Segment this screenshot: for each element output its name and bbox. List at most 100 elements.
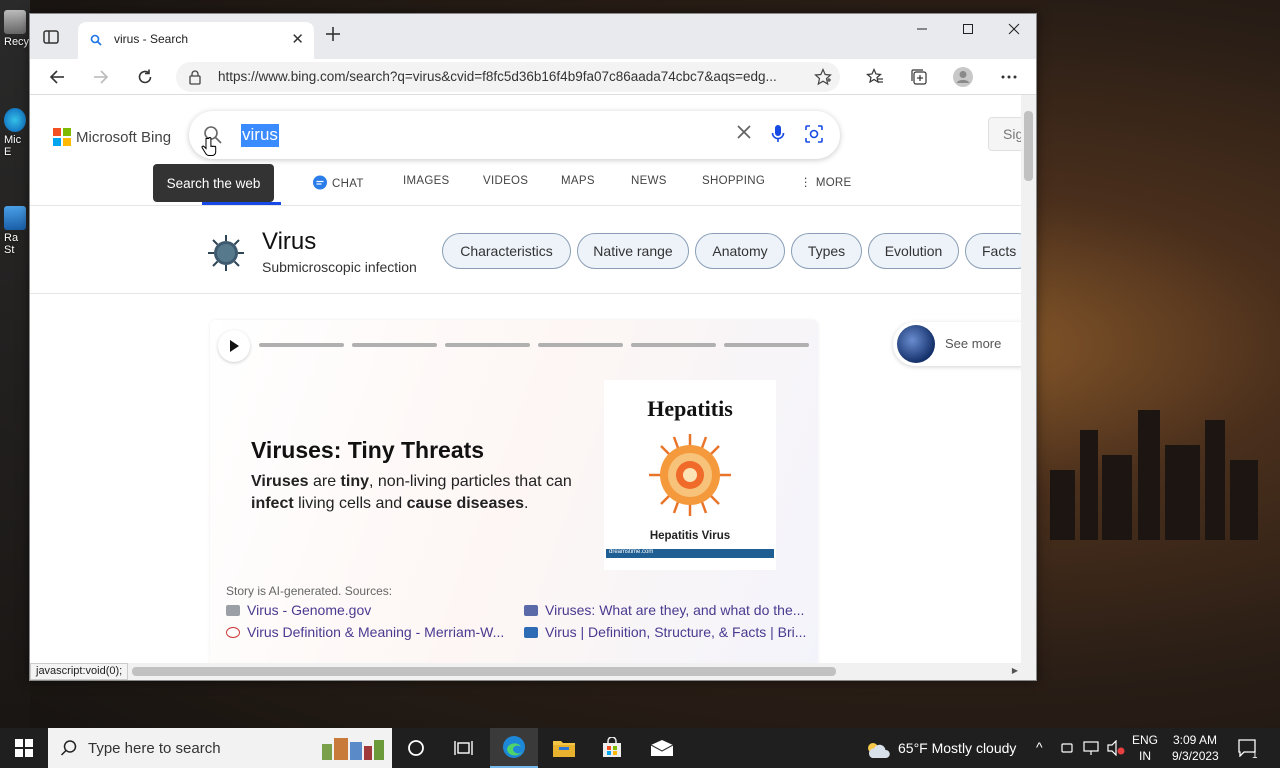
tab-shopping[interactable]: SHOPPING — [702, 175, 765, 187]
tab-images[interactable]: IMAGES — [403, 175, 450, 187]
clear-search-icon[interactable] — [736, 124, 752, 145]
settings-more-icon[interactable] — [998, 66, 1020, 88]
header-divider — [30, 205, 1022, 206]
horizontal-scroll-thumb[interactable] — [132, 667, 836, 676]
task-view-button[interactable] — [440, 728, 488, 768]
close-window-button[interactable] — [991, 14, 1036, 44]
app-shortcut-icon — [4, 206, 26, 230]
scroll-right-arrow-icon[interactable]: ▶ — [1012, 666, 1018, 675]
taskbar-store-button[interactable] — [588, 728, 636, 768]
story-progress-segment[interactable] — [631, 343, 716, 347]
entity-title[interactable]: Virus — [262, 228, 316, 256]
story-body-segment: infect — [251, 495, 294, 512]
see-more-button[interactable]: See more — [893, 322, 1022, 366]
volume-muted-icon[interactable] — [1107, 739, 1125, 761]
collections-icon[interactable] — [908, 66, 930, 88]
add-favorite-icon[interactable] — [814, 68, 832, 91]
favorites-icon[interactable] — [864, 66, 886, 88]
story-progress-segment[interactable] — [445, 343, 530, 347]
hepatitis-image-card[interactable]: Hepatitis Hepatitis Virus dreamstime.com — [604, 380, 776, 570]
microsoft-logo-icon — [53, 128, 71, 146]
story-progress-segment[interactable] — [352, 343, 437, 347]
source-link[interactable]: Virus Definition & Meaning - Merriam-W..… — [226, 624, 504, 640]
search-query-text[interactable]: virus — [241, 124, 279, 147]
story-body-segment: . — [524, 495, 529, 512]
show-hidden-icons-chevron-icon[interactable]: ^ — [1036, 739, 1043, 755]
taskbar-mail-button[interactable] — [638, 728, 686, 768]
refresh-button[interactable] — [131, 64, 159, 90]
pill-evolution[interactable]: Evolution — [868, 233, 959, 269]
source-link-text: Viruses: What are they, and what do the.… — [545, 602, 805, 618]
vertical-scroll-thumb[interactable] — [1024, 111, 1033, 181]
taskbar-search-box[interactable]: Type here to search — [48, 728, 392, 768]
maximize-button[interactable] — [945, 14, 991, 44]
tab-close-icon[interactable]: ✕ — [291, 30, 304, 48]
weather-cloudy-icon[interactable] — [864, 740, 892, 765]
story-body-segment: cause diseases — [406, 495, 525, 512]
pill-characteristics[interactable]: Characteristics — [442, 233, 571, 269]
tab-more[interactable]: ⋮ MORE — [800, 175, 852, 189]
title-bar: virus - Search ✕ — [30, 14, 1036, 59]
pill-types[interactable]: Types — [791, 233, 862, 269]
entity-divider — [30, 293, 1022, 294]
story-progress-segment[interactable] — [724, 343, 809, 347]
taskbar-search-icon — [60, 739, 78, 762]
lock-icon[interactable] — [188, 69, 202, 90]
story-body-segment: Viruses — [251, 473, 309, 490]
source-link[interactable]: Viruses: What are they, and what do the.… — [524, 602, 804, 618]
tab-news[interactable]: NEWS — [631, 175, 667, 187]
vertical-scrollbar[interactable] — [1021, 95, 1036, 664]
taskbar-file-explorer-button[interactable] — [540, 728, 588, 768]
tab-label: MORE — [815, 177, 852, 189]
minimize-button[interactable] — [899, 14, 945, 44]
page-content: Microsoft Bing virus Sig CHAT IMAGES VID… — [30, 95, 1022, 664]
profile-avatar-icon[interactable] — [952, 66, 974, 88]
bing-logo[interactable]: Microsoft Bing — [53, 128, 171, 146]
horizontal-scrollbar[interactable]: ▶ — [30, 663, 1036, 680]
browser-window: virus - Search ✕ https://www.bing.com/se… — [29, 13, 1037, 681]
recycle-bin-icon — [4, 10, 26, 34]
play-button[interactable] — [218, 330, 250, 362]
ai-story-card: Viruses: Tiny Threats Viruses are tiny, … — [210, 320, 818, 664]
card-title: Hepatitis — [647, 396, 733, 421]
cortana-button[interactable] — [392, 728, 440, 768]
tab-actions-icon[interactable] — [42, 28, 62, 46]
back-button[interactable] — [43, 64, 71, 90]
new-tab-button[interactable] — [324, 23, 342, 49]
pill-native-range[interactable]: Native range — [577, 233, 689, 269]
desktop-icon-recycle-bin[interactable]: Recy — [4, 10, 30, 48]
source-favicon-icon — [524, 605, 538, 616]
microphone-icon[interactable] — [770, 123, 786, 150]
source-link-text: Virus | Definition, Structure, & Facts |… — [545, 624, 807, 640]
tab-title: virus - Search — [114, 32, 189, 46]
task-view-icon — [454, 741, 473, 755]
start-button[interactable] — [0, 728, 48, 768]
url-text: https://www.bing.com/search?q=virus&cvid… — [218, 69, 777, 84]
story-progress-segment[interactable] — [259, 343, 344, 347]
pill-anatomy[interactable]: Anatomy — [695, 233, 785, 269]
source-link[interactable]: Virus - Genome.gov — [226, 602, 371, 618]
story-progress-segment[interactable] — [538, 343, 623, 347]
desktop-icon-app[interactable]: Ra St — [4, 206, 30, 256]
taskbar-edge-button[interactable] — [490, 728, 538, 768]
clock-time[interactable]: 3:09 AM — [1173, 733, 1217, 747]
story-body: Viruses are tiny, non-living particles t… — [251, 471, 591, 515]
tab-maps[interactable]: MAPS — [561, 175, 595, 187]
source-link[interactable]: Virus | Definition, Structure, & Facts |… — [524, 624, 806, 640]
address-bar[interactable]: https://www.bing.com/search?q=virus&cvid… — [176, 62, 840, 92]
weather-text[interactable]: 65°F Mostly cloudy — [898, 740, 1016, 756]
source-favicon-icon — [226, 627, 240, 638]
sign-in-button[interactable]: Sig — [988, 117, 1022, 151]
tab-videos[interactable]: VIDEOS — [483, 175, 528, 187]
tab-active[interactable]: virus - Search ✕ — [78, 22, 314, 59]
pill-facts[interactable]: Facts — [965, 233, 1022, 269]
desktop-icon-edge[interactable]: Mic E — [4, 108, 30, 158]
meet-now-icon[interactable] — [1060, 741, 1074, 760]
visual-search-icon[interactable] — [804, 124, 824, 149]
search-box[interactable]: virus — [189, 111, 840, 159]
network-icon[interactable] — [1083, 740, 1099, 761]
language-indicator[interactable]: ENG — [1132, 733, 1158, 747]
forward-button[interactable] — [87, 64, 115, 90]
windows-logo-icon — [15, 739, 33, 757]
tab-chat[interactable]: CHAT — [312, 175, 364, 191]
